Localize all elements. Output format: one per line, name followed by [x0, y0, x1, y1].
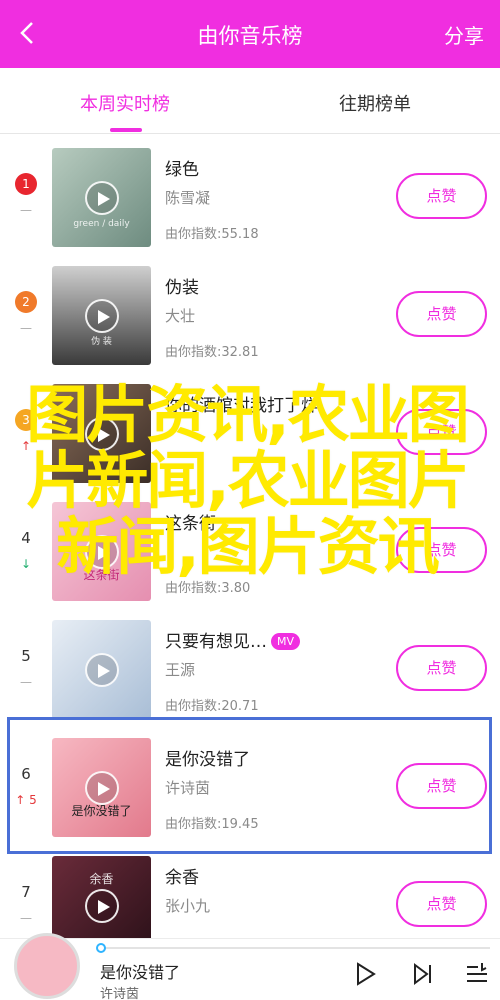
- watermark-text: 图片资讯,农业图片新闻,农业图片新闻,图片资讯: [26, 378, 470, 583]
- trend-indicator: —: [20, 321, 32, 335]
- cover-caption: green / daily: [73, 219, 130, 229]
- popularity-index: 由你指数:32.81: [165, 345, 259, 360]
- progress-bar[interactable]: [96, 943, 490, 953]
- selection-highlight: [7, 717, 492, 854]
- tab-indicator: [110, 128, 142, 132]
- page-title: 由你音乐榜: [197, 24, 303, 48]
- rank-number: 5: [21, 647, 31, 665]
- song-title: 余香: [165, 868, 199, 888]
- song-row[interactable]: 5 — 只要有想见… MV 王源 由你指数:20.71 点赞: [0, 607, 500, 725]
- rank-badge: 2: [15, 291, 37, 313]
- play-icon[interactable]: [85, 889, 119, 923]
- next-track-icon[interactable]: [410, 961, 436, 987]
- play-icon[interactable]: [85, 653, 119, 687]
- share-button[interactable]: 分享: [444, 20, 484, 49]
- song-title: 只要有想见…: [165, 632, 267, 652]
- playlist-icon[interactable]: [464, 961, 490, 987]
- song-title: 伪装: [165, 278, 199, 298]
- album-cover[interactable]: green / daily: [52, 148, 151, 247]
- song-row[interactable]: 2 — 伪 装 伪装 大壮 由你指数:32.81 点赞: [0, 253, 500, 371]
- like-button[interactable]: 点赞: [396, 173, 487, 219]
- popularity-index: 由你指数:55.18: [165, 227, 259, 242]
- trend-indicator: —: [20, 203, 32, 217]
- trend-indicator: —: [20, 675, 32, 689]
- rank-number: 7: [21, 883, 31, 901]
- cover-caption: 余香: [89, 872, 114, 886]
- song-title-row: 只要有想见… MV: [165, 627, 301, 652]
- progress-knob[interactable]: [96, 943, 106, 953]
- tab-weekly-chart[interactable]: 本周实时榜: [45, 90, 205, 116]
- play-icon[interactable]: [85, 181, 119, 215]
- artist-name: 王源: [165, 661, 196, 679]
- play-icon[interactable]: [85, 299, 119, 333]
- mini-player[interactable]: 是你没错了 许诗茵: [0, 933, 500, 1000]
- now-playing-artist: 许诗茵: [100, 987, 140, 1000]
- artist-name: 大壮: [165, 307, 196, 325]
- song-title: 绿色: [165, 160, 199, 180]
- popularity-index: 由你指数:20.71: [165, 699, 259, 714]
- like-button[interactable]: 点赞: [396, 291, 487, 337]
- mv-badge[interactable]: MV: [271, 633, 301, 650]
- tab-past-charts[interactable]: 往期榜单: [295, 90, 455, 116]
- artist-name: 陈雪凝: [165, 189, 211, 207]
- rank-badge: 1: [15, 173, 37, 195]
- cover-caption: 伪 装: [91, 337, 112, 347]
- like-button[interactable]: 点赞: [396, 645, 487, 691]
- trend-indicator: —: [20, 911, 32, 925]
- album-cover[interactable]: 伪 装: [52, 266, 151, 365]
- top-bar: 由你音乐榜 分享: [0, 0, 500, 68]
- like-button[interactable]: 点赞: [396, 881, 487, 927]
- now-playing-title: 是你没错了: [100, 963, 181, 982]
- song-row[interactable]: 1 — green / daily 绿色 陈雪凝 由你指数:55.18 点赞: [0, 135, 500, 253]
- album-disc[interactable]: [14, 933, 80, 999]
- album-cover[interactable]: [52, 620, 151, 719]
- tab-bar: 本周实时榜 往期榜单: [0, 68, 500, 134]
- artist-name: 张小九: [165, 897, 211, 915]
- play-icon[interactable]: [352, 961, 378, 987]
